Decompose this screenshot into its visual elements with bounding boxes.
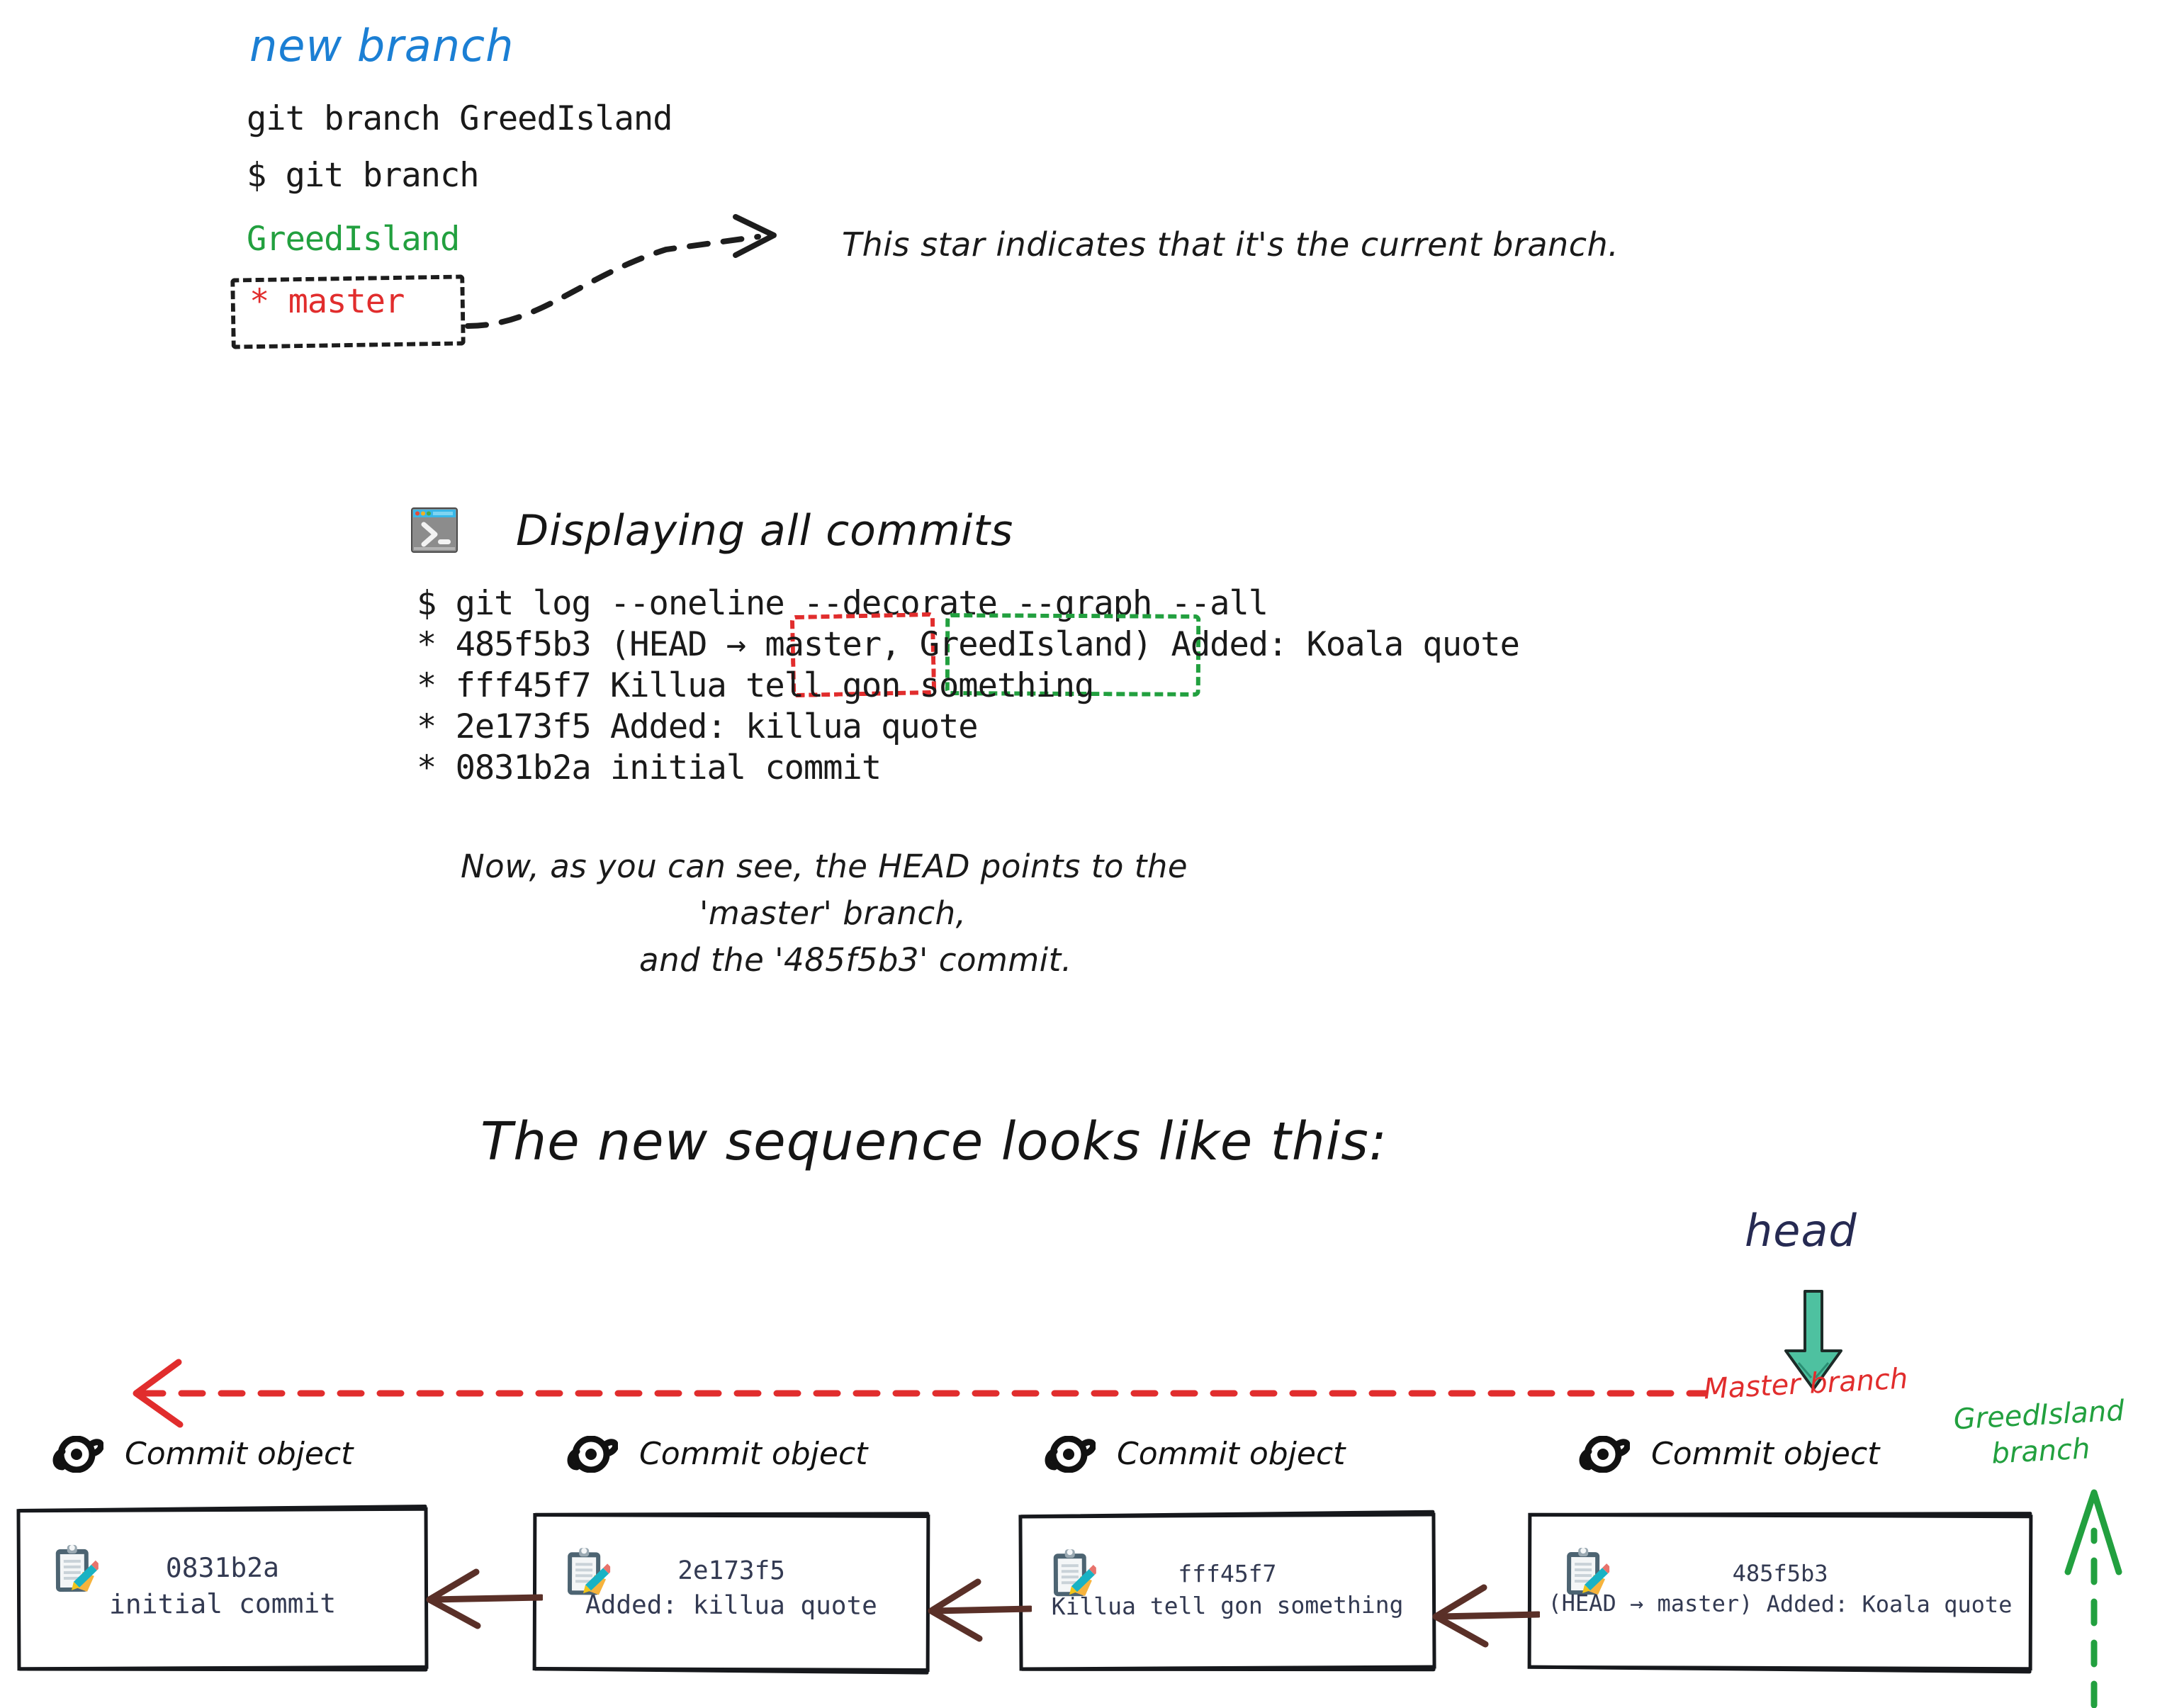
section-sequence-title: The new sequence looks like this: [480,1111,1388,1172]
greedisland-branch-label: GreedIsland branch [1952,1393,2127,1475]
commit-text: 0831b2a initial commit [21,1549,424,1624]
head-note-line-2: 'master' branch, [699,894,967,932]
git-log-line-2e173f5: * 2e173f5 Added: killua quote [417,707,979,746]
greedisland-branch-dashed-arrow [2064,1489,2122,1708]
commit-object-icon [567,1436,618,1473]
git-log-line-0831b2a: * 0831b2a initial commit [417,748,882,787]
command-git-branch-create: git branch GreedIsland [247,99,673,138]
commit-hash: 2e173f5 [677,1556,786,1586]
commit-object-label: Commit object [1651,1436,1880,1472]
commit-object-label: Commit object [1117,1436,1346,1472]
terminal-icon [411,507,458,553]
head-note-line-3: and the '485f5b3' commit. [639,941,1072,979]
commit-box[interactable]: 485f5b3 (HEAD → master) Added: Koala quo… [1527,1512,2033,1671]
commit-text: 485f5b3 (HEAD → master) Added: Koala quo… [1531,1558,2029,1621]
section-displaying-commits-title: Displaying all commits [516,506,1014,556]
branch-output-greedisland: GreedIsland [247,220,460,259]
commit-hash: fff45f7 [1178,1559,1277,1588]
branch-output-master: * master [249,282,405,321]
commit-hash: 0831b2a [165,1551,280,1584]
git-log-line-485f5b3: * 485f5b3 (HEAD → master, GreedIsland) A… [417,625,1520,664]
head-label: head [1745,1205,1857,1257]
head-note-line-1: Now, as you can see, the HEAD points to … [461,848,1188,885]
commit-box[interactable]: 2e173f5 Added: killua quote [532,1513,930,1672]
commit-object-label: Commit object [125,1436,354,1472]
master-branch-dashed-line [133,1359,1708,1428]
commit-text: 2e173f5 Added: killua quote [536,1554,926,1624]
commit-object-label: Commit object [639,1436,868,1472]
parent-arrow-2-to-1 [426,1568,543,1629]
commit-hash: 485f5b3 [1732,1559,1828,1588]
commit-text: fff45f7 Killua tell gon something [1023,1557,1432,1622]
commit-message: Added: killua quote [585,1590,877,1621]
commit-object-icon [1579,1436,1630,1473]
commit-message: initial commit [108,1588,337,1620]
master-branch-label: Master branch [1702,1362,1909,1406]
section-new-branch-title: new branch [249,20,514,72]
commit-message: (HEAD → master) Added: Koala quote [1548,1590,2013,1619]
parent-arrow-3-to-2 [928,1578,1032,1642]
git-log-line-fff45f7: * fff45f7 Killua tell gon something [417,666,1094,705]
commit-object-icon [1045,1436,1096,1473]
star-annotation-text: This star indicates that it's the curren… [842,225,1619,264]
commit-box[interactable]: fff45f7 Killua tell gon something [1018,1512,1436,1671]
parent-arrow-4-to-3 [1432,1584,1540,1648]
commit-box[interactable]: 0831b2a initial commit [16,1507,429,1671]
commit-object-icon [52,1436,103,1473]
commit-message: Killua tell gon something [1051,1590,1404,1620]
star-annotation-arrow [465,214,777,329]
command-git-branch-list: $ git branch [247,156,480,195]
